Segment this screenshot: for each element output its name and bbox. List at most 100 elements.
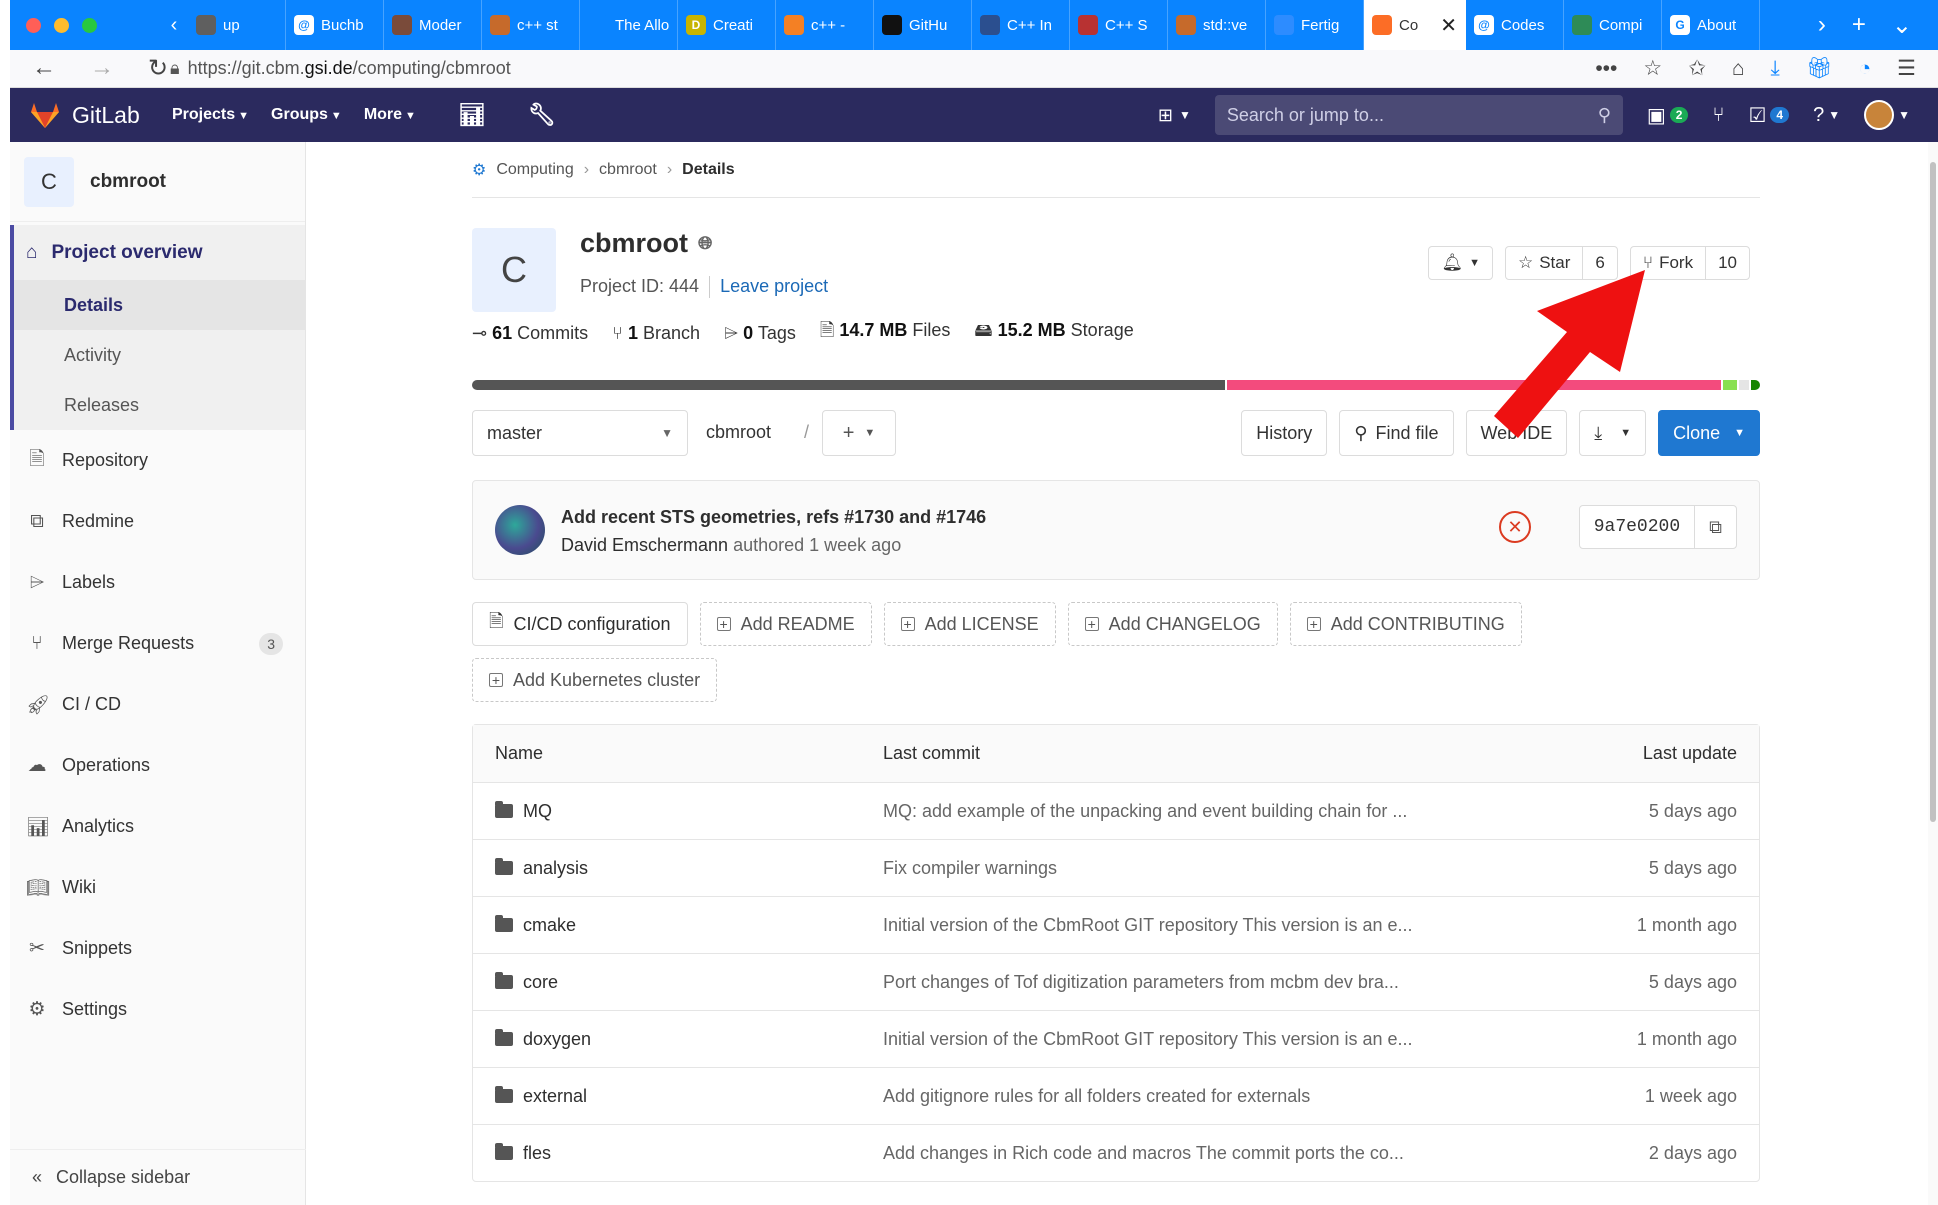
browser-tab[interactable]: G About bbox=[1662, 0, 1760, 50]
file-name-cell[interactable]: core bbox=[473, 972, 883, 993]
add-kubernetes-cluster-button[interactable]: + Add Kubernetes cluster bbox=[472, 658, 718, 702]
forward-icon[interactable]: → bbox=[90, 54, 114, 83]
help-dropdown[interactable]: ? ▼ bbox=[1813, 104, 1840, 127]
activity-chart-icon[interactable]: 📊︎ bbox=[458, 102, 486, 128]
reload-icon[interactable]: ↻ bbox=[148, 54, 168, 83]
file-name-cell[interactable]: MQ bbox=[473, 801, 883, 822]
browser-tab[interactable]: std::ve bbox=[1168, 0, 1266, 50]
file-name-cell[interactable]: analysis bbox=[473, 858, 883, 879]
file-name-cell[interactable]: doxygen bbox=[473, 1029, 883, 1050]
issues-button[interactable]: ☑ 4 bbox=[1748, 103, 1790, 128]
browser-tab[interactable]: c++ - bbox=[776, 0, 874, 50]
extension-icon[interactable]: ◔ bbox=[1858, 57, 1871, 81]
sidebar-item-analytics[interactable]: 📊︎ Analytics bbox=[10, 796, 305, 857]
sidebar-item-project-overview[interactable]: ⌂ Project overview bbox=[14, 225, 305, 280]
add-changelog-button[interactable]: + Add CHANGELOG bbox=[1067, 602, 1278, 646]
table-row[interactable]: cmake Initial version of the CbmRoot GIT … bbox=[473, 896, 1759, 953]
file-name-cell[interactable]: fles bbox=[473, 1143, 883, 1164]
last-commit-cell[interactable]: Fix compiler warnings bbox=[883, 858, 1523, 879]
sidebar-item-merge-requests[interactable]: ⑂ Merge Requests 3 bbox=[10, 613, 305, 674]
browser-tab[interactable]: c++ st bbox=[482, 0, 580, 50]
gift-icon[interactable]: 🎁︎ bbox=[1806, 57, 1833, 81]
merge-requests-button[interactable]: ⑂ bbox=[1712, 104, 1724, 127]
download-dropdown[interactable]: ⤓ ▼ bbox=[1579, 410, 1647, 456]
browser-tab[interactable]: Co ✕ bbox=[1364, 0, 1466, 50]
breadcrumb-project[interactable]: cbmroot bbox=[599, 161, 657, 179]
table-row[interactable]: core Port changes of Tof digitization par… bbox=[473, 953, 1759, 1010]
add-readme-button[interactable]: + Add README bbox=[699, 602, 872, 646]
language-segment[interactable] bbox=[1751, 380, 1760, 390]
last-commit-cell[interactable]: Initial version of the CbmRoot GIT repos… bbox=[883, 915, 1523, 936]
browser-tab[interactable]: C++ In bbox=[972, 0, 1070, 50]
last-commit-cell[interactable]: MQ: add example of the unpacking and eve… bbox=[883, 801, 1523, 822]
close-tab-icon[interactable]: ✕ bbox=[1440, 13, 1457, 38]
sidebar-item-repository[interactable]: 🗎︎ Repository bbox=[10, 430, 305, 491]
table-row[interactable]: doxygen Initial version of the CbmRoot GI… bbox=[473, 1010, 1759, 1067]
sidebar-item-operations[interactable]: ☁ Operations bbox=[10, 735, 305, 796]
last-commit-cell[interactable]: Initial version of the CbmRoot GIT repos… bbox=[883, 1029, 1523, 1050]
repo-path[interactable]: cbmroot bbox=[706, 422, 771, 443]
history-button[interactable]: History bbox=[1241, 410, 1328, 456]
browser-tab[interactable]: Compi bbox=[1564, 0, 1662, 50]
language-segment[interactable] bbox=[1738, 380, 1750, 390]
sidebar-item-wiki[interactable]: 📖︎ Wiki bbox=[10, 857, 305, 918]
browser-tab[interactable]: up bbox=[188, 0, 286, 50]
sidebar-subitem-releases[interactable]: Releases bbox=[14, 380, 305, 430]
table-row[interactable]: analysis Fix compiler warnings 5 days ago bbox=[473, 839, 1759, 896]
sidebar-subitem-details[interactable]: Details bbox=[14, 280, 305, 330]
page-scrollbar[interactable] bbox=[1928, 142, 1938, 1205]
browser-tab[interactable]: The Alloca bbox=[580, 0, 678, 50]
browser-tab[interactable]: Moder bbox=[384, 0, 482, 50]
last-commit-cell[interactable]: Add gitignore rules for all folders crea… bbox=[883, 1086, 1523, 1107]
clone-dropdown[interactable]: Clone ▼ bbox=[1658, 410, 1760, 456]
sidebar-item-settings[interactable]: ⚙ Settings bbox=[10, 979, 305, 1040]
add-contributing-button[interactable]: + Add CONTRIBUTING bbox=[1289, 602, 1522, 646]
author-avatar[interactable] bbox=[495, 505, 545, 555]
file-name-cell[interactable]: cmake bbox=[473, 915, 883, 936]
browser-tab[interactable]: @ Codes bbox=[1466, 0, 1564, 50]
collapse-sidebar-button[interactable]: « Collapse sidebar bbox=[10, 1149, 306, 1205]
browser-tab[interactable]: Fertig bbox=[1266, 0, 1364, 50]
file-name-cell[interactable]: external bbox=[473, 1086, 883, 1107]
gitlab-logo[interactable]: GitLab bbox=[10, 101, 172, 129]
bookmark-star-icon[interactable]: ☆ bbox=[1643, 56, 1662, 81]
tab-scroll-right-icon[interactable]: › bbox=[1818, 11, 1826, 40]
commit-sha[interactable]: 9a7e0200 bbox=[1580, 517, 1694, 537]
fork-count[interactable]: 10 bbox=[1705, 247, 1749, 279]
browser-tab[interactable]: GitHu bbox=[874, 0, 972, 50]
language-segment[interactable] bbox=[1722, 380, 1737, 390]
sidebar-item-redmine[interactable]: ⧉ Redmine bbox=[10, 491, 305, 552]
home-icon[interactable]: ⌂ bbox=[1732, 57, 1745, 81]
breadcrumb-group[interactable]: Computing bbox=[496, 161, 573, 179]
leave-project-link[interactable]: Leave project bbox=[720, 276, 828, 298]
find-file-button[interactable]: ⚲ Find file bbox=[1339, 410, 1454, 456]
commit-title[interactable]: Add recent STS geometries, refs #1730 an… bbox=[561, 507, 986, 528]
table-row[interactable]: fles Add changes in Rich code and macros … bbox=[473, 1124, 1759, 1181]
ci-cd-configuration-button[interactable]: 🗎︎ CI/CD configuration bbox=[472, 602, 688, 646]
table-row[interactable]: external Add gitignore rules for all fold… bbox=[473, 1067, 1759, 1124]
branch-selector[interactable]: master ▼ bbox=[472, 410, 688, 456]
sidebar-project-header[interactable]: C cbmroot bbox=[10, 142, 305, 222]
scrollbar-thumb[interactable] bbox=[1930, 162, 1936, 822]
collections-icon[interactable]: ✩ bbox=[1688, 56, 1706, 81]
pipeline-failed-icon[interactable]: ✕ bbox=[1499, 511, 1531, 543]
tab-list-icon[interactable]: ⌄ bbox=[1892, 11, 1912, 40]
sidebar-item-labels[interactable]: ⌲ Labels bbox=[10, 552, 305, 613]
star-button[interactable]: ☆ Star bbox=[1506, 247, 1582, 279]
sidebar-subitem-activity[interactable]: Activity bbox=[14, 330, 305, 380]
star-count[interactable]: 6 bbox=[1582, 247, 1616, 279]
search-input[interactable]: Search or jump to... ⚲ bbox=[1214, 95, 1623, 135]
address-field[interactable]: 🔒︎ https://git.cbm.gsi.de/computing/cbmr… bbox=[170, 58, 511, 79]
download-icon[interactable]: ⤓ bbox=[1771, 57, 1780, 81]
notification-dropdown[interactable]: 🔔︎ ▼ bbox=[1428, 246, 1493, 280]
browser-tab[interactable]: @ Buchb bbox=[286, 0, 384, 50]
page-actions-icon[interactable]: ••• bbox=[1595, 57, 1617, 81]
language-segment[interactable] bbox=[1227, 380, 1721, 390]
projects-menu[interactable]: Projects ▼ bbox=[172, 106, 249, 124]
minimize-window-button[interactable] bbox=[54, 17, 69, 33]
web-ide-button[interactable]: Web IDE bbox=[1465, 410, 1568, 456]
user-menu[interactable]: ▼ bbox=[1864, 100, 1910, 130]
wrench-icon[interactable]: 🔧︎ bbox=[528, 102, 556, 128]
add-license-button[interactable]: + Add LICENSE bbox=[883, 602, 1056, 646]
new-item-dropdown[interactable]: ⊞ ▼ bbox=[1158, 105, 1191, 126]
